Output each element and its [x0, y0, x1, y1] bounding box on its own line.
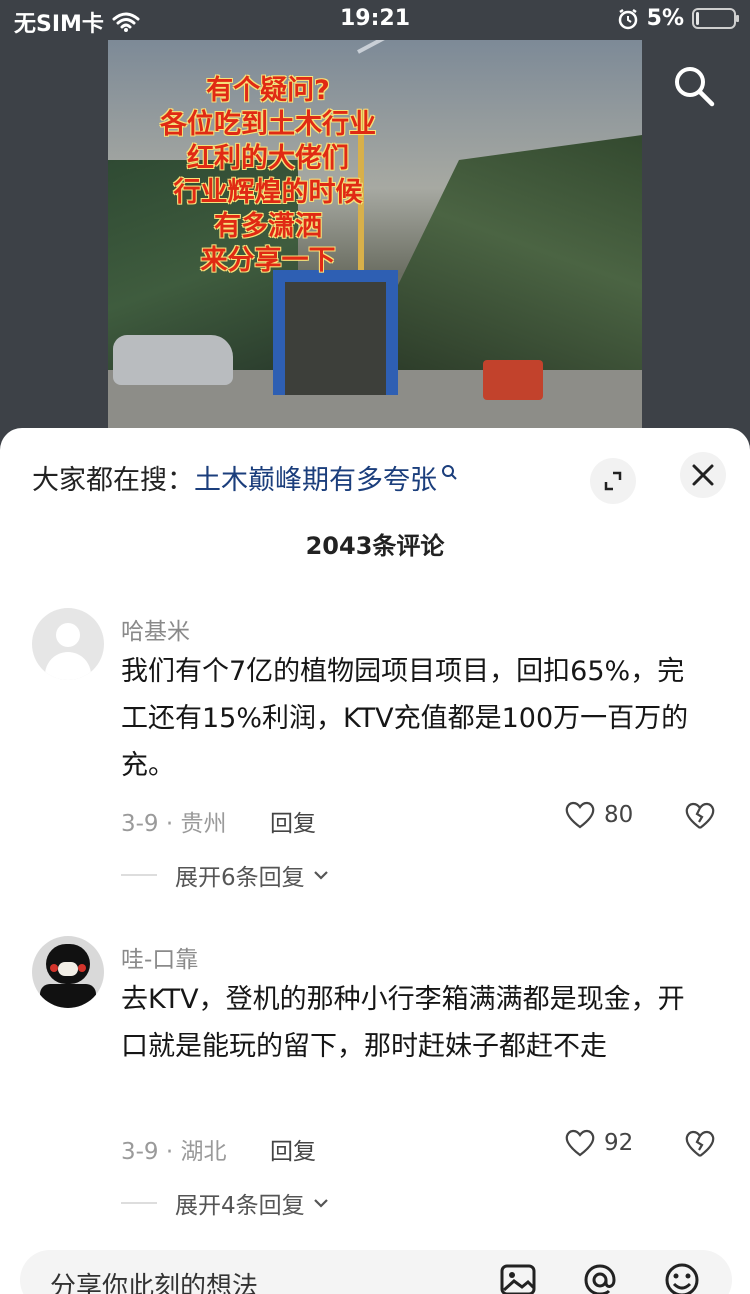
- battery-icon: [692, 8, 739, 29]
- comment-username[interactable]: 哈基米: [121, 612, 190, 646]
- at-icon[interactable]: [580, 1260, 620, 1294]
- expand-replies-button[interactable]: 展开4条回复: [121, 1186, 329, 1220]
- reply-button[interactable]: 回复: [270, 804, 316, 838]
- comment-item: 哈基米 我们有个7亿的植物园项目项目，回扣65%，完工还有15%利润，KTV充值…: [0, 608, 750, 908]
- like-count: 80: [604, 802, 634, 828]
- video-caption: 有个疑问? 各位吃到土木行业 红利的大佬们 行业辉煌的时候 有多潇洒 来分享一下: [138, 74, 398, 278]
- comment-count: 2043条评论: [305, 532, 445, 560]
- caption-line: 有个疑问?: [206, 75, 330, 106]
- close-button[interactable]: [680, 452, 726, 498]
- close-icon: [692, 464, 714, 486]
- caption-line: 有多潇洒: [214, 211, 322, 242]
- expand-icon: [604, 471, 622, 491]
- like-button[interactable]: 92: [564, 1128, 633, 1158]
- chevron-down-icon: [313, 1199, 328, 1208]
- expand-replies-label: 展开4条回复: [175, 1193, 305, 1219]
- car: [113, 335, 233, 385]
- caption-line: 来分享一下: [200, 245, 336, 276]
- status-bar: 无SIM卡 19:21 5%: [0, 0, 750, 40]
- battery-percent: 5%: [646, 6, 684, 31]
- like-count: 92: [604, 1130, 634, 1156]
- video-area[interactable]: 无SIM卡 19:21 5% 有个疑问? 各位吃到土木行业 红利的大佬们 行业辉…: [0, 0, 750, 460]
- broken-heart-icon[interactable]: [684, 1128, 716, 1160]
- caption-line: 行业辉煌的时候: [173, 177, 363, 208]
- comment-username[interactable]: 哇-口靠: [121, 940, 198, 974]
- expand-replies-button[interactable]: 展开6条回复: [121, 858, 329, 892]
- reply-button[interactable]: 回复: [270, 1132, 316, 1166]
- search-icon[interactable]: [672, 64, 716, 108]
- expand-button[interactable]: [590, 458, 636, 504]
- hot-search-query[interactable]: 土木巅峰期有多夸张: [194, 458, 437, 497]
- search-icon: [442, 464, 457, 480]
- hot-search-prefix: 大家都在搜：: [32, 465, 194, 496]
- broken-heart-icon[interactable]: [684, 800, 716, 832]
- comment-text[interactable]: 去KTV，登机的那种小行李箱满满都是现金，开口就是能玩的留下，那时赶妹子都赶不走: [121, 976, 711, 1070]
- comment-item: 哇-口靠 去KTV，登机的那种小行李箱满满都是现金，开口就是能玩的留下，那时赶妹…: [0, 936, 750, 1236]
- emoji-icon[interactable]: [662, 1260, 702, 1294]
- forklift: [483, 360, 543, 400]
- video-frame[interactable]: 有个疑问? 各位吃到土木行业 红利的大佬们 行业辉煌的时候 有多潇洒 来分享一下: [108, 40, 642, 430]
- comment-meta: 3-9 · 贵州: [121, 811, 227, 837]
- hot-search-bar[interactable]: 大家都在搜： 土木巅峰期有多夸张: [32, 458, 457, 497]
- caption-line: 红利的大佬们: [187, 143, 349, 174]
- chevron-down-icon: [313, 871, 328, 880]
- avatar[interactable]: [32, 936, 104, 1008]
- comment-sheet: 大家都在搜： 土木巅峰期有多夸张 2043条评论 哈基米 我们有个7亿的植物园项…: [0, 428, 750, 1294]
- expand-replies-label: 展开6条回复: [175, 865, 305, 891]
- comment-input-bar[interactable]: 分享你此刻的想法: [20, 1250, 732, 1294]
- crane-arm: [357, 40, 571, 54]
- comment-input-placeholder[interactable]: 分享你此刻的想法: [50, 1266, 258, 1294]
- status-right: 5%: [617, 6, 739, 31]
- building-right: [398, 135, 642, 385]
- caption-line: 各位吃到土木行业: [160, 109, 376, 140]
- alarm-icon: [618, 8, 637, 29]
- heart-icon: [565, 1129, 595, 1157]
- like-button[interactable]: 80: [564, 800, 633, 830]
- comment-meta: 3-9 · 湖北: [121, 1139, 227, 1165]
- avatar[interactable]: [32, 608, 104, 680]
- site-gate: [273, 270, 398, 395]
- image-icon[interactable]: [498, 1260, 538, 1294]
- heart-icon: [565, 801, 595, 829]
- comment-text[interactable]: 我们有个7亿的植物园项目项目，回扣65%，完工还有15%利润，KTV充值都是10…: [121, 648, 711, 789]
